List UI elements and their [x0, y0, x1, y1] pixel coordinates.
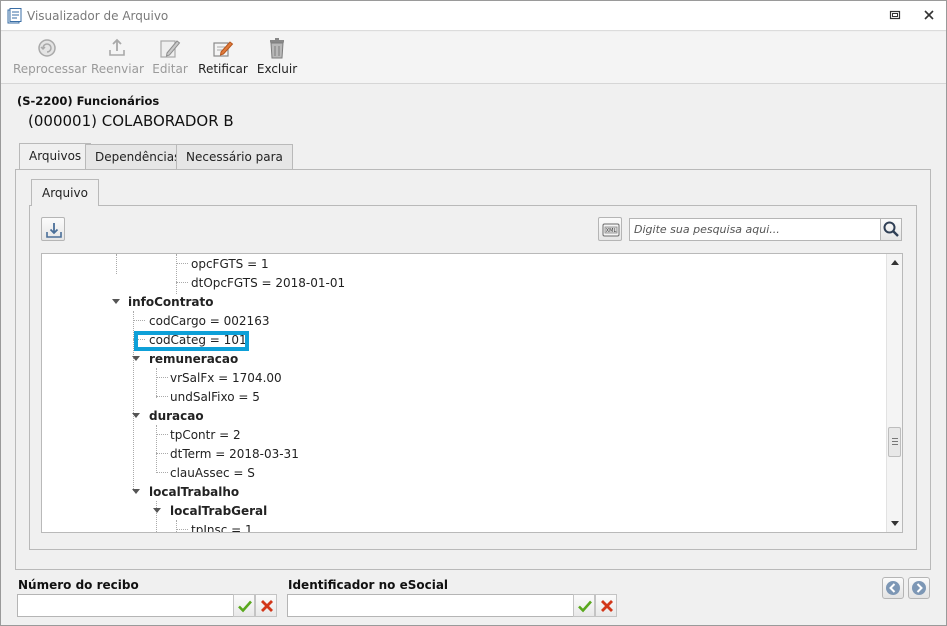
tab-arquivos[interactable]: Arquivos	[19, 143, 92, 170]
edit-label: Editar	[152, 62, 188, 76]
upload-icon	[109, 38, 125, 56]
tree-connector	[176, 520, 177, 532]
reprocess-icon	[38, 39, 56, 57]
tab-dependencias[interactable]: Dependências	[85, 144, 191, 169]
scroll-thumb[interactable]	[888, 427, 901, 457]
employee-name: (000001) COLABORADOR B	[28, 112, 234, 130]
delete-label: Excluir	[256, 62, 298, 76]
search-icon	[883, 221, 899, 237]
edit-button[interactable]: Editar	[151, 36, 189, 80]
resend-button[interactable]: Reenviar	[91, 36, 144, 80]
tree-node[interactable]: dtTerm = 2018-03-31	[170, 445, 299, 463]
esocial-confirm-button[interactable]	[573, 594, 595, 617]
download-button[interactable]	[41, 217, 65, 241]
window-title: Visualizador de Arquivo	[27, 9, 169, 23]
tree-node[interactable]: dtOpcFGTS = 2018-01-01	[191, 274, 345, 292]
expand-caret-icon[interactable]	[132, 489, 140, 494]
expand-caret-icon[interactable]	[112, 299, 120, 304]
scroll-down-icon[interactable]	[891, 521, 899, 526]
arrow-left-icon	[886, 581, 900, 595]
tree-node[interactable]: vrSalFx = 1704.00	[170, 369, 282, 387]
reprocess-label: Reprocessar	[13, 62, 87, 76]
tree-connector	[176, 282, 188, 283]
expand-caret-icon[interactable]	[132, 413, 140, 418]
expand-caret-icon[interactable]	[153, 508, 161, 513]
tree-connector	[176, 254, 177, 294]
toolbar: Reprocessar Reenviar Editar Retificar Ex…	[1, 32, 946, 84]
xml-icon: XML	[602, 223, 620, 237]
receipt-input[interactable]	[17, 594, 234, 617]
expand-caret-icon[interactable]	[132, 356, 140, 361]
xml-view-button[interactable]: XML	[598, 217, 622, 241]
rectify-label: Retificar	[198, 62, 248, 76]
tree-connector	[133, 320, 145, 321]
tab-arquivo[interactable]: Arquivo	[31, 179, 99, 206]
previous-button[interactable]	[882, 577, 904, 599]
tree-scrollbar[interactable]	[886, 254, 902, 532]
scroll-up-icon[interactable]	[891, 260, 899, 265]
tree-connector	[176, 263, 188, 264]
receipt-label: Número do recibo	[18, 578, 139, 592]
tree-connector	[116, 254, 117, 274]
tree-connector	[156, 368, 157, 398]
app-icon	[7, 8, 22, 24]
tree-connector	[156, 501, 157, 532]
rectify-button[interactable]: Retificar	[197, 36, 249, 80]
delete-button[interactable]: Excluir	[256, 36, 298, 80]
rectify-icon	[213, 41, 234, 57]
tree-connector	[156, 434, 168, 435]
file-viewer-window: Visualizador de Arquivo Reprocessar Reen…	[0, 0, 947, 626]
trash-icon	[270, 38, 284, 59]
tree-node[interactable]: duracao	[149, 407, 204, 425]
tree-node[interactable]: clauAssec = S	[170, 464, 255, 482]
tree-node[interactable]: undSalFixo = 5	[170, 388, 260, 406]
title-bar: Visualizador de Arquivo	[1, 1, 946, 31]
tree-node[interactable]: infoContrato	[128, 293, 213, 311]
tree-connector	[156, 377, 168, 378]
selection-highlight	[134, 331, 249, 351]
resend-label: Reenviar	[91, 62, 144, 76]
close-red-icon	[261, 600, 273, 612]
tree-node[interactable]: tpContr = 2	[170, 426, 241, 444]
receipt-confirm-button[interactable]	[233, 594, 255, 617]
tree-node[interactable]: localTrabGeral	[170, 502, 267, 520]
tree-connector	[176, 529, 188, 530]
check-icon	[578, 600, 592, 613]
close-red-icon	[601, 600, 613, 612]
edit-icon	[160, 40, 181, 58]
arrow-right-icon	[912, 581, 926, 595]
esocial-id-input[interactable]	[287, 594, 574, 617]
tree-node[interactable]: remuneracao	[149, 350, 238, 368]
event-title: (S-2200) Funcionários	[17, 94, 160, 108]
close-icon[interactable]	[922, 9, 936, 23]
tree-connector	[156, 396, 168, 397]
tree-node[interactable]: codCargo = 002163	[149, 312, 269, 330]
tree-node[interactable]: localTrabalho	[149, 483, 239, 501]
search-input[interactable]	[629, 218, 881, 241]
reprocess-button[interactable]: Reprocessar	[13, 36, 87, 80]
download-icon	[46, 223, 62, 238]
tree-node[interactable]: opcFGTS = 1	[191, 255, 269, 273]
search-button[interactable]	[880, 218, 902, 241]
tree-connector	[156, 472, 168, 473]
tree-connector	[156, 453, 168, 454]
tree-connector	[156, 425, 157, 473]
esocial-id-label: Identificador no eSocial	[288, 578, 449, 592]
check-icon	[238, 600, 252, 613]
tab-necessario-para[interactable]: Necessário para	[176, 144, 293, 169]
restore-icon[interactable]	[888, 9, 902, 23]
next-button[interactable]	[908, 577, 930, 599]
xml-tree[interactable]: opcFGTS = 1 dtOpcFGTS = 2018-01-01 infoC…	[41, 253, 903, 533]
tree-node[interactable]: tpInsc = 1	[191, 521, 253, 532]
receipt-clear-button[interactable]	[255, 594, 277, 617]
svg-text:XML: XML	[606, 228, 617, 234]
esocial-clear-button[interactable]	[595, 594, 617, 617]
